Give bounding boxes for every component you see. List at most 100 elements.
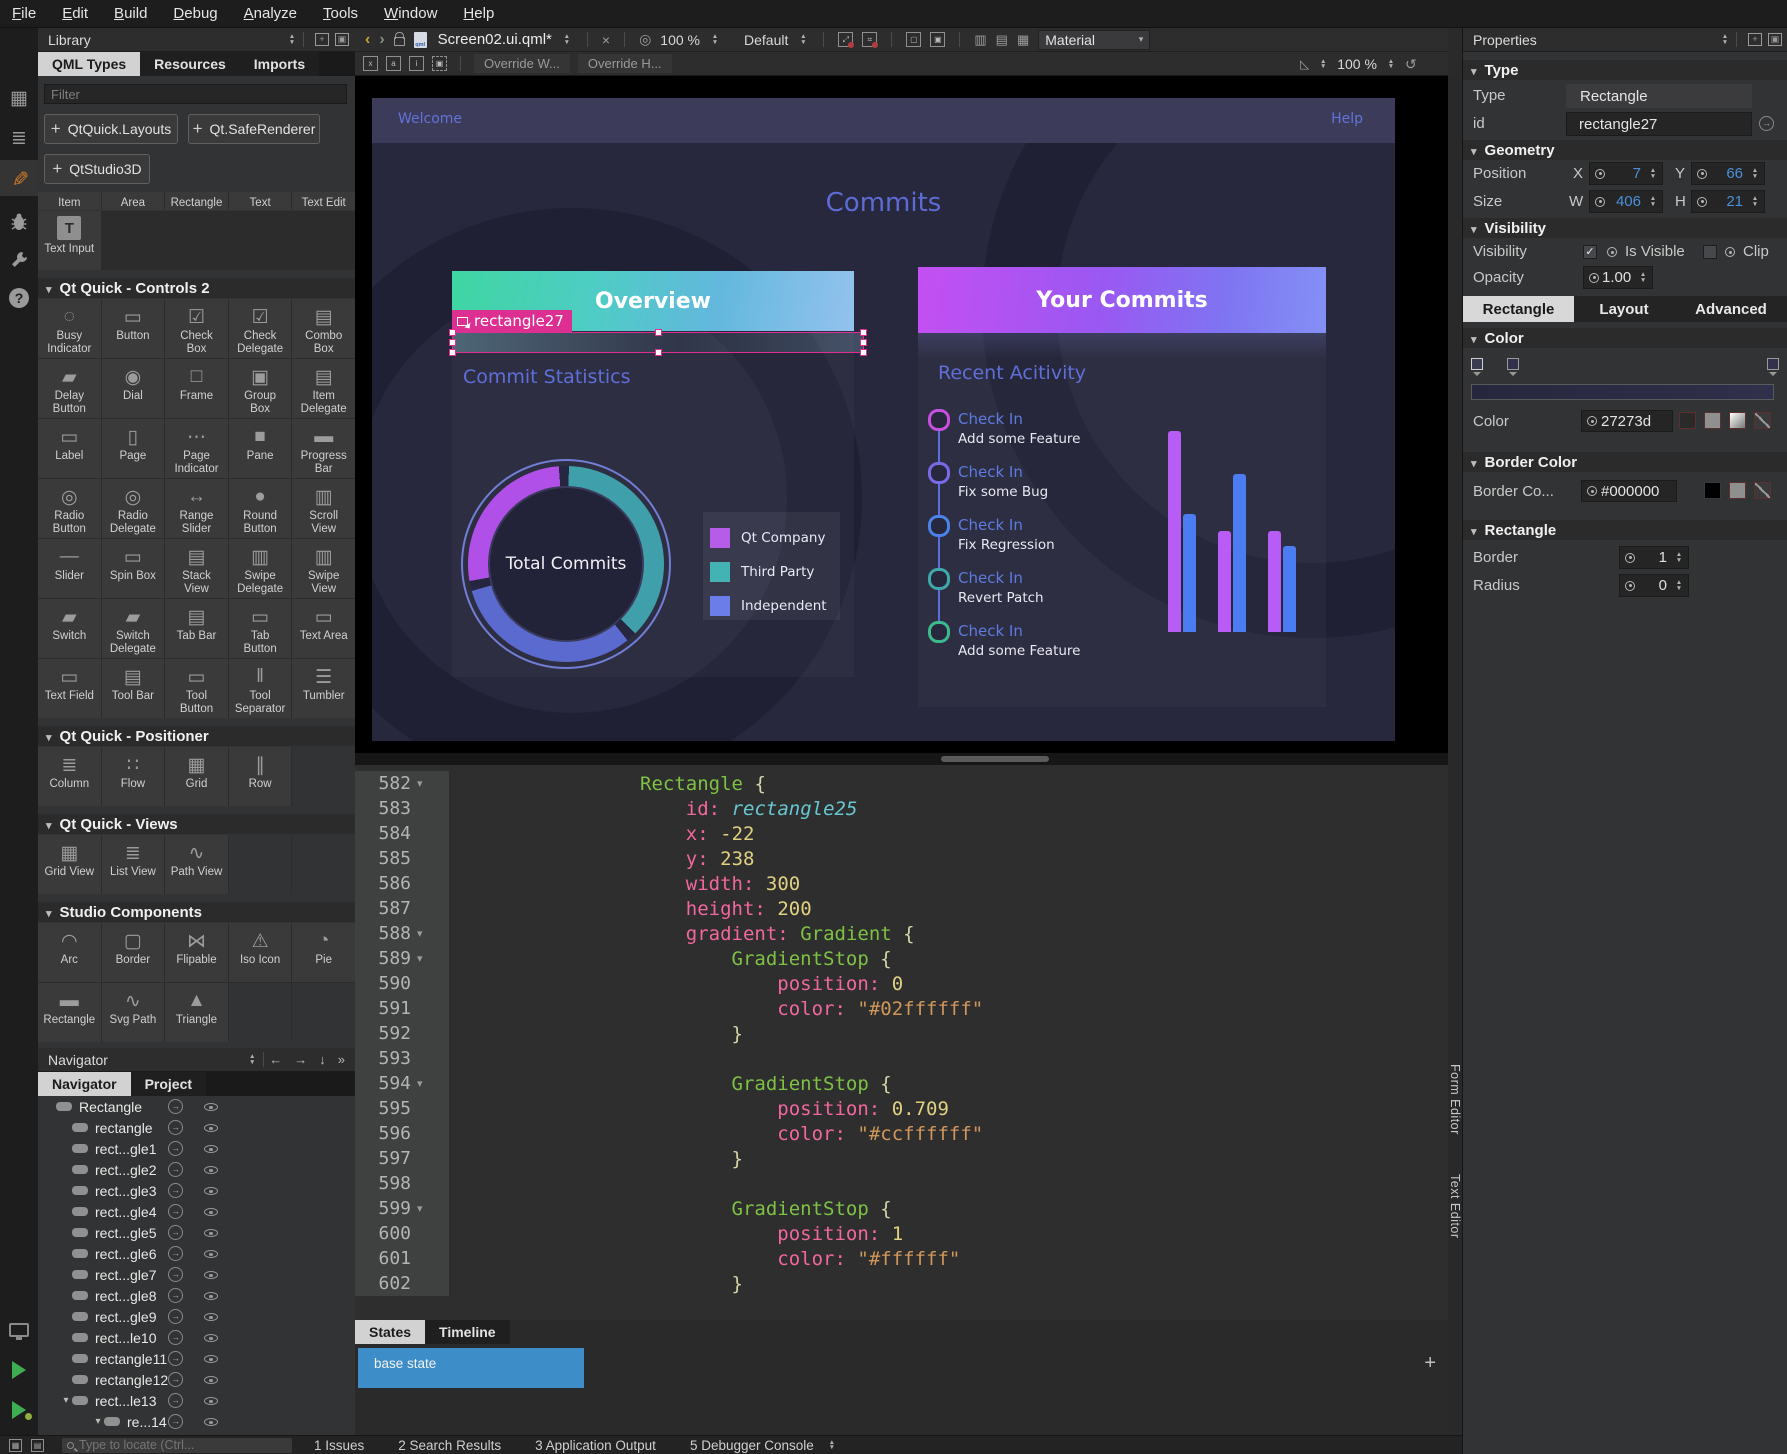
library-tile-label[interactable]: ▭Label (38, 419, 101, 478)
eye-icon[interactable] (204, 1145, 218, 1153)
clip-checkbox[interactable] (1703, 245, 1717, 259)
output-pane-1-issues[interactable]: 1 Issues (314, 1438, 364, 1453)
export-icon[interactable] (168, 1330, 183, 1345)
fold-icon[interactable]: ▾ (417, 927, 441, 940)
library-tile-range-slider[interactable]: ↔Range Slider (165, 479, 228, 538)
menu-window[interactable]: Window (384, 5, 437, 22)
fold-icon[interactable]: ▾ (417, 952, 441, 965)
eye-icon[interactable] (204, 1208, 218, 1216)
section-type[interactable]: Type (1463, 60, 1787, 80)
export-icon[interactable] (168, 1162, 183, 1177)
library-tile-text-input[interactable]: TText Input (38, 211, 101, 270)
gradient-stop-handle[interactable] (1471, 358, 1483, 370)
panel-spinner-icon[interactable] (1719, 34, 1731, 45)
resize-handle[interactable] (860, 329, 867, 336)
eye-icon[interactable] (204, 1187, 218, 1195)
section-header-qt-quick-positioner[interactable]: Qt Quick - Positioner (38, 726, 355, 746)
override-width-button[interactable]: Override W... (474, 54, 570, 73)
resize-handle[interactable] (860, 339, 867, 346)
spin-arrows-icon[interactable] (1647, 196, 1659, 207)
canvas-zoom-spinner-icon[interactable] (1317, 59, 1329, 70)
library-tile-rectangle[interactable]: ▬Rectangle (38, 983, 101, 1042)
library-tile-page-indicator[interactable]: ⋯Page Indicator (165, 419, 228, 478)
add-import-qt-saferenderer[interactable]: Qt.SafeRenderer (188, 114, 320, 144)
navigator-item-rectangle12[interactable]: rectangle12 (38, 1369, 355, 1390)
override-height-button[interactable]: Override H... (578, 54, 672, 73)
library-tile-round-button[interactable]: ●Round Button (229, 479, 292, 538)
library-tile-column[interactable]: ≣Column (38, 747, 101, 806)
close-document-icon[interactable]: × (602, 32, 610, 48)
projects-mode-icon[interactable] (0, 242, 38, 278)
library-tile-tool-separator[interactable]: ‖Tool Separator (229, 659, 292, 718)
binding-dot-icon[interactable] (1607, 247, 1617, 257)
binding-dot-icon[interactable] (1625, 553, 1635, 563)
debug-run-button[interactable] (0, 1392, 38, 1428)
form-editor-tab[interactable]: Form Editor (1448, 1064, 1462, 1135)
states-tab-states[interactable]: States (355, 1320, 425, 1344)
library-tile-progress-bar[interactable]: ▬Progress Bar (292, 419, 355, 478)
output-spinner-icon[interactable] (826, 1440, 838, 1451)
library-tile-tool-bar[interactable]: ▤Tool Bar (102, 659, 165, 718)
library-tile-area[interactable]: Area (102, 192, 165, 210)
y-spinbox[interactable]: 66 (1691, 162, 1765, 185)
none-swatch[interactable] (1754, 482, 1771, 499)
navigator-item-re-14[interactable]: ▾re...14 (38, 1411, 355, 1432)
text-editor[interactable]: 582▾ Rectangle {583 id: rectangle25584 x… (355, 765, 1448, 1320)
sidebar-toggle-icon[interactable]: ▦ (9, 1439, 22, 1452)
h-spinbox[interactable]: 21 (1691, 190, 1765, 213)
eye-icon[interactable] (204, 1334, 218, 1342)
panel-spinner-icon[interactable] (286, 34, 298, 45)
spin-arrows-icon[interactable] (1647, 168, 1659, 179)
gradient-swatch[interactable] (1729, 412, 1746, 429)
fold-icon[interactable]: ▾ (417, 1077, 441, 1090)
move-down-icon[interactable]: ↓ (319, 1052, 326, 1067)
library-tile-tumbler[interactable]: ☰Tumbler (292, 659, 355, 718)
library-tile-group-box[interactable]: ▣Group Box (229, 359, 292, 418)
add-import-qtstudio3d[interactable]: QtStudio3D (44, 154, 150, 184)
w-spinbox[interactable]: 406 (1589, 190, 1663, 213)
binding-dot-icon[interactable] (1725, 247, 1735, 257)
library-tile-text-edit[interactable]: Text Edit (292, 192, 355, 210)
eye-icon[interactable] (204, 1355, 218, 1363)
menu-analyze[interactable]: Analyze (244, 5, 297, 22)
scrollbar-thumb[interactable] (941, 756, 1049, 762)
export-icon[interactable] (168, 1372, 183, 1387)
library-tile-slider[interactable]: —Slider (38, 539, 101, 598)
library-tile-text[interactable]: Text (229, 192, 292, 210)
resize-handle[interactable] (655, 329, 662, 336)
move-right-icon[interactable]: → (294, 1052, 307, 1067)
run-button[interactable] (0, 1352, 38, 1388)
binding-dot-icon[interactable] (1595, 169, 1605, 179)
export-icon[interactable] (1759, 116, 1774, 131)
export-icon[interactable] (168, 1246, 183, 1261)
color-value-field[interactable]: 27273d (1581, 410, 1673, 432)
library-tile-pie[interactable]: ◔Pie (292, 923, 355, 982)
library-tile-swipe-view[interactable]: ▥Swipe View (292, 539, 355, 598)
is-visible-checkbox[interactable]: ✓ (1583, 245, 1597, 259)
library-tile-tab-button[interactable]: ▭Tab Button (229, 599, 292, 658)
menu-tools[interactable]: Tools (323, 5, 358, 22)
binding-dot-icon[interactable] (1595, 197, 1605, 207)
dashed-frame-icon[interactable]: ▣ (432, 56, 447, 71)
move-left-icon[interactable]: ← (269, 1052, 282, 1067)
eye-icon[interactable] (204, 1103, 218, 1111)
library-tile-page[interactable]: ▯Page (102, 419, 165, 478)
export-icon[interactable] (168, 1351, 183, 1366)
gradient-stop-handle[interactable] (1507, 358, 1519, 370)
library-tile-arc[interactable]: ◠Arc (38, 923, 101, 982)
opacity-spinbox[interactable]: 1.00 (1583, 266, 1653, 289)
close-panel-icon[interactable]: ▣ (335, 33, 349, 46)
none-swatch[interactable] (1754, 412, 1771, 429)
eye-icon[interactable] (204, 1292, 218, 1300)
library-tile-switch-delegate[interactable]: ▰Switch Delegate (102, 599, 165, 658)
type-value-field[interactable]: Rectangle (1566, 84, 1752, 108)
navigator-tab-project[interactable]: Project (131, 1072, 206, 1096)
resize-handle[interactable] (860, 349, 867, 356)
menu-edit[interactable]: Edit (62, 5, 88, 22)
radius-spinbox[interactable]: 0 (1619, 574, 1689, 597)
transparent-swatch[interactable] (1679, 412, 1696, 429)
selected-rectangle27[interactable] (452, 332, 864, 353)
binding-dot-icon[interactable] (1625, 581, 1635, 591)
library-tile-text-field[interactable]: ▭Text Field (38, 659, 101, 718)
library-tile-iso-icon[interactable]: ⚠Iso Icon (229, 923, 292, 982)
